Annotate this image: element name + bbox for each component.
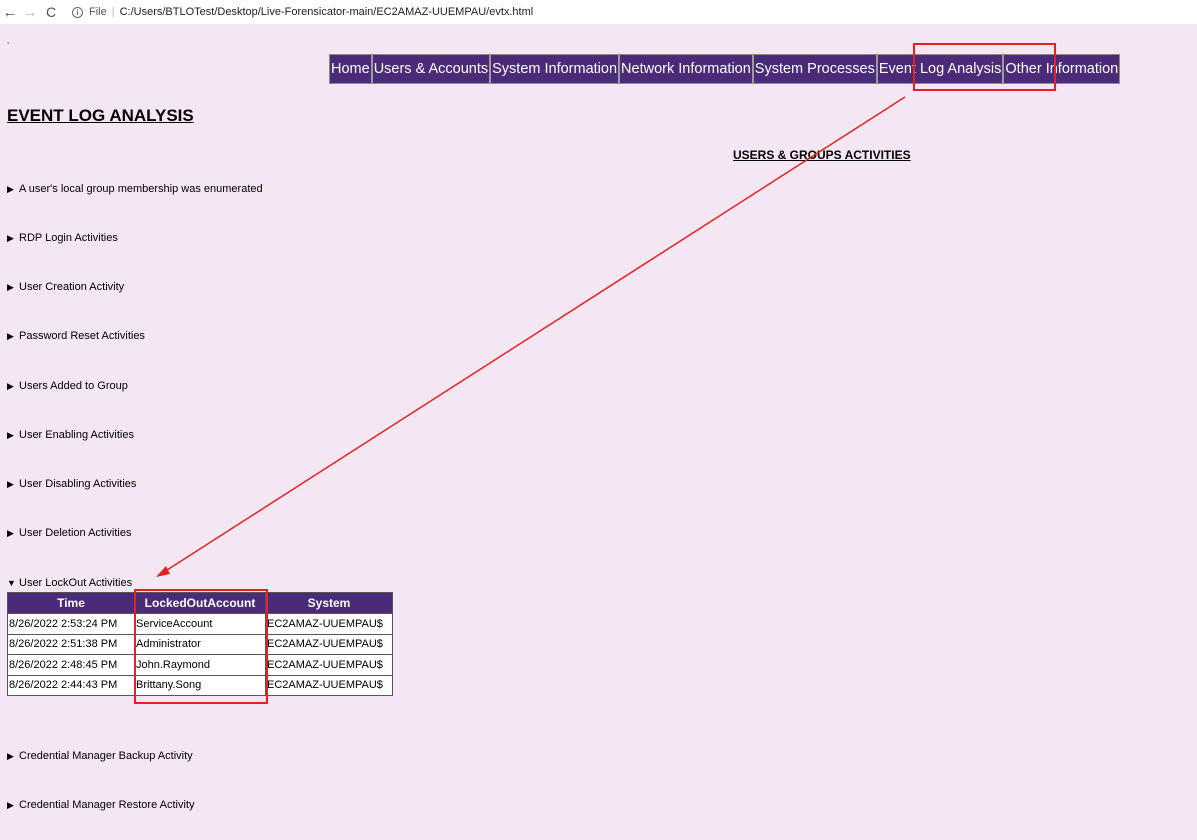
- cell-account: John.Raymond: [134, 654, 266, 676]
- details-password-reset[interactable]: ▶ Password Reset Activities: [7, 330, 145, 342]
- collapsed-caret-icon: ▶: [7, 331, 14, 341]
- details-label: Credential Manager Restore Activity: [19, 799, 195, 811]
- table-row: 8/26/2022 2:53:24 PM ServiceAccount EC2A…: [7, 613, 393, 635]
- column-header-time: Time: [7, 592, 135, 614]
- collapsed-caret-icon: ▶: [7, 528, 14, 538]
- details-user-disabling[interactable]: ▶ User Disabling Activities: [7, 478, 136, 490]
- details-rdp-login[interactable]: ▶ RDP Login Activities: [7, 232, 118, 244]
- details-label: User Deletion Activities: [19, 527, 132, 539]
- table-header-row: Time LockedOutAccount System: [7, 592, 393, 614]
- nav-system-processes[interactable]: System Processes: [754, 55, 878, 83]
- collapsed-caret-icon: ▶: [7, 430, 14, 440]
- section-title: USERS & GROUPS ACTIVITIES: [733, 148, 911, 162]
- collapsed-caret-icon: ▶: [7, 233, 14, 243]
- cell-account: Administrator: [134, 633, 266, 655]
- nav-system-information[interactable]: System Information: [491, 55, 621, 83]
- table-row: 8/26/2022 2:48:45 PM John.Raymond EC2AMA…: [7, 654, 393, 676]
- details-label: User LockOut Activities: [19, 577, 133, 589]
- cell-system: EC2AMAZ-UUEMPAU$: [265, 613, 393, 635]
- details-label: Password Reset Activities: [19, 330, 145, 342]
- annotation-arrow: [156, 96, 906, 577]
- details-label: User Creation Activity: [19, 281, 125, 293]
- table-row: 8/26/2022 2:51:38 PM Administrator EC2AM…: [7, 633, 393, 655]
- details-user-creation[interactable]: ▶ User Creation Activity: [7, 281, 124, 293]
- forward-arrow-icon[interactable]: →: [20, 4, 40, 21]
- details-label: User Disabling Activities: [19, 478, 137, 490]
- nav-network-information[interactable]: Network Information: [620, 55, 754, 83]
- nav-users-accounts[interactable]: Users & Accounts: [373, 55, 492, 83]
- details-label: Credential Manager Backup Activity: [19, 750, 193, 762]
- collapsed-caret-icon: ▶: [7, 800, 14, 810]
- cell-time: 8/26/2022 2:51:38 PM: [7, 633, 135, 655]
- expanded-caret-icon: ▼: [7, 578, 16, 588]
- column-header-lockedoutaccount: LockedOutAccount: [134, 592, 266, 614]
- collapsed-caret-icon: ▶: [7, 184, 14, 194]
- cell-system: EC2AMAZ-UUEMPAU$: [265, 654, 393, 676]
- page-title: EVENT LOG ANALYSIS: [7, 106, 194, 125]
- main-nav: Home Users & Accounts System Information…: [329, 54, 1121, 84]
- collapsed-caret-icon: ▶: [7, 751, 14, 761]
- details-user-lockout[interactable]: ▼ User LockOut Activities: [7, 577, 132, 589]
- address-bar-url[interactable]: C:/Users/BTLOTest/Desktop/Live-Forensica…: [120, 6, 534, 18]
- column-header-system: System: [265, 592, 393, 614]
- cell-system: EC2AMAZ-UUEMPAU$: [265, 674, 393, 696]
- stray-mark: ,: [7, 36, 10, 45]
- collapsed-caret-icon: ▶: [7, 381, 14, 391]
- info-icon[interactable]: i: [72, 6, 83, 18]
- details-user-enabling[interactable]: ▶ User Enabling Activities: [7, 429, 134, 441]
- details-users-added-to-group[interactable]: ▶ Users Added to Group: [7, 380, 128, 392]
- collapsed-caret-icon: ▶: [7, 282, 14, 292]
- arrow-line: [163, 96, 906, 573]
- cell-system: EC2AMAZ-UUEMPAU$: [265, 633, 393, 655]
- details-user-deletion[interactable]: ▶ User Deletion Activities: [7, 527, 132, 539]
- lockout-table: Time LockedOutAccount System 8/26/2022 2…: [7, 592, 393, 696]
- cell-time: 8/26/2022 2:53:24 PM: [7, 613, 135, 635]
- details-credential-restore[interactable]: ▶ Credential Manager Restore Activity: [7, 799, 194, 811]
- details-label: Users Added to Group: [19, 380, 128, 392]
- table-row: 8/26/2022 2:44:43 PM Brittany.Song EC2AM…: [7, 674, 393, 696]
- address-separator: |: [111, 6, 115, 18]
- cell-account: Brittany.Song: [134, 674, 266, 696]
- cell-time: 8/26/2022 2:44:43 PM: [7, 674, 135, 696]
- browser-toolbar: ← → C i File | C:/Users/BTLOTest/Desktop…: [0, 0, 1197, 24]
- file-label: File: [89, 6, 107, 18]
- collapsed-caret-icon: ▶: [7, 479, 14, 489]
- nav-home[interactable]: Home: [330, 55, 373, 83]
- details-label: A user's local group membership was enum…: [19, 183, 263, 195]
- reload-icon[interactable]: C: [40, 4, 62, 20]
- nav-other-information[interactable]: Other Information: [1004, 55, 1119, 83]
- details-label: User Enabling Activities: [19, 429, 134, 441]
- details-credential-backup[interactable]: ▶ Credential Manager Backup Activity: [7, 750, 193, 762]
- cell-time: 8/26/2022 2:48:45 PM: [7, 654, 135, 676]
- back-arrow-icon[interactable]: ←: [0, 4, 20, 21]
- details-group-enumeration[interactable]: ▶ A user's local group membership was enu…: [7, 183, 263, 195]
- nav-event-log-analysis[interactable]: Event Log Analysis: [878, 55, 1005, 83]
- details-label: RDP Login Activities: [19, 232, 118, 244]
- arrow-head-icon: [156, 566, 170, 577]
- cell-account: ServiceAccount: [134, 613, 266, 635]
